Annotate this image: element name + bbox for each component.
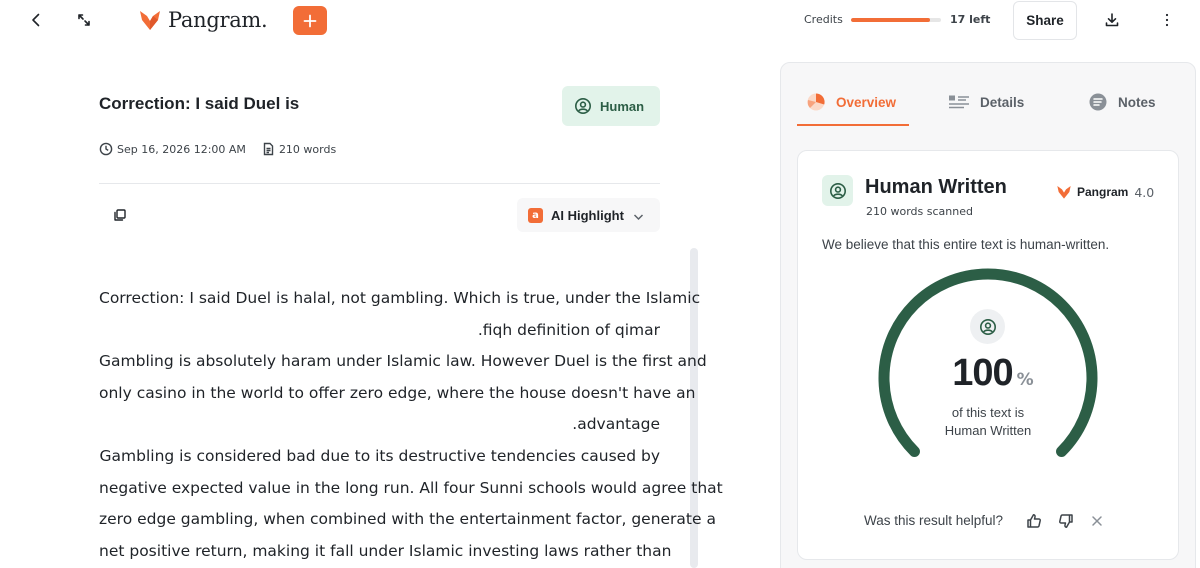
score-caption: of this text is Human Written — [917, 404, 1059, 440]
text-line: negative expected value in the long run.… — [99, 478, 723, 497]
logo-text: Pangram. — [168, 8, 268, 32]
chevron-down-icon — [633, 206, 644, 225]
score-caption-line2: Human Written — [944, 423, 1032, 438]
score-unit: % — [1016, 370, 1034, 390]
document-date: Sep 16, 2026 12:00 AM — [117, 142, 246, 156]
tab-notes-label: Notes — [1118, 94, 1156, 110]
tab-notes[interactable]: Notes — [1088, 86, 1156, 118]
text-line: Gambling is considered bad due to its de… — [99, 446, 660, 465]
tab-overview-label: Overview — [836, 94, 897, 110]
document-icon — [263, 142, 274, 156]
credits-progress-bar — [851, 18, 941, 22]
expand-button[interactable] — [70, 6, 98, 34]
copy-icon — [114, 209, 126, 221]
close-icon — [1092, 516, 1102, 526]
score-number: 100 — [952, 352, 1013, 394]
active-tab-indicator — [797, 124, 909, 126]
pangram-logo-icon — [1057, 186, 1071, 199]
expand-icon — [78, 14, 90, 26]
thumbs-up-icon — [1027, 514, 1041, 528]
user-circle-icon — [575, 98, 591, 114]
ai-highlight-dropdown[interactable]: a AI Highlight — [517, 198, 660, 232]
download-button[interactable] — [1098, 6, 1126, 34]
human-result-icon — [822, 175, 853, 206]
text-line: .fiqh definition of qimar — [477, 320, 660, 339]
words-scanned: 210 words scanned — [866, 205, 973, 218]
tab-details[interactable]: Details — [948, 86, 1024, 118]
user-circle-icon — [979, 318, 996, 335]
more-vertical-icon — [1165, 13, 1169, 27]
text-line: Gambling is absolutely haram under Islam… — [99, 352, 707, 371]
credits-progress-fill — [851, 18, 931, 22]
word-count: 210 words — [278, 142, 337, 156]
text-line: net positive return, making it fall unde… — [99, 541, 672, 560]
verdict-text: We believe that this entire text is huma… — [822, 237, 1110, 252]
plus-icon — [303, 14, 317, 27]
text-line: .advantage — [572, 415, 660, 434]
ai-highlight-label: AI Highlight — [551, 207, 624, 223]
tab-details-label: Details — [980, 94, 1025, 110]
thumbs-down-icon — [1059, 514, 1073, 528]
helpful-question: Was this result helpful? — [864, 513, 1004, 528]
top-bar: Pangram. Credits 17 left Share — [0, 0, 1200, 42]
pangram-logo[interactable]: Pangram. — [138, 6, 268, 34]
model-name: Pangram — [1077, 185, 1129, 199]
fox-logo-icon — [140, 11, 160, 30]
new-document-button[interactable] — [293, 6, 327, 35]
document-title: Correction: I said Duel is — [99, 94, 300, 113]
score-value: 100 % — [938, 352, 1048, 395]
credits-label: Credits — [804, 13, 843, 26]
text-line: only casino in the world to offer zero e… — [99, 383, 696, 402]
details-list-icon — [949, 95, 969, 109]
model-info: Pangram 4.0 — [1056, 184, 1154, 200]
overview-icon — [807, 93, 825, 111]
notes-icon — [1089, 93, 1107, 111]
copy-button[interactable] — [106, 201, 134, 229]
gauge-user-icon — [970, 309, 1005, 344]
document-meta: Sep 16, 2026 12:00 AM 210 words — [99, 142, 336, 156]
clock-icon — [99, 142, 113, 156]
more-options-button[interactable] — [1153, 6, 1181, 34]
human-classification-badge: Human — [562, 86, 660, 126]
result-title: Human Written — [865, 176, 1007, 198]
thumbs-up-button[interactable] — [1024, 510, 1044, 532]
credits-remaining: 17 left — [950, 13, 991, 26]
chevron-left-icon — [32, 13, 40, 27]
text-line: zero edge gambling, when combined with t… — [99, 510, 716, 529]
model-version: 4.0 — [1134, 184, 1155, 200]
download-icon — [1105, 13, 1119, 27]
thumbs-down-button[interactable] — [1056, 510, 1076, 532]
share-button[interactable]: Share — [1013, 1, 1077, 40]
score-caption-line1: of this text is — [951, 405, 1025, 420]
user-circle-icon — [829, 182, 846, 199]
ai-highlight-mark-icon: a — [528, 207, 543, 223]
classification-label: Human — [600, 98, 645, 114]
document-body: Correction: I said Duel is halal, not ga… — [99, 283, 723, 567]
text-line: Correction: I said Duel is halal, not ga… — [99, 289, 701, 307]
back-button[interactable] — [22, 6, 50, 34]
tab-overview[interactable]: Overview — [806, 86, 896, 118]
header-divider — [99, 183, 660, 184]
dismiss-feedback-button[interactable] — [1087, 510, 1107, 532]
